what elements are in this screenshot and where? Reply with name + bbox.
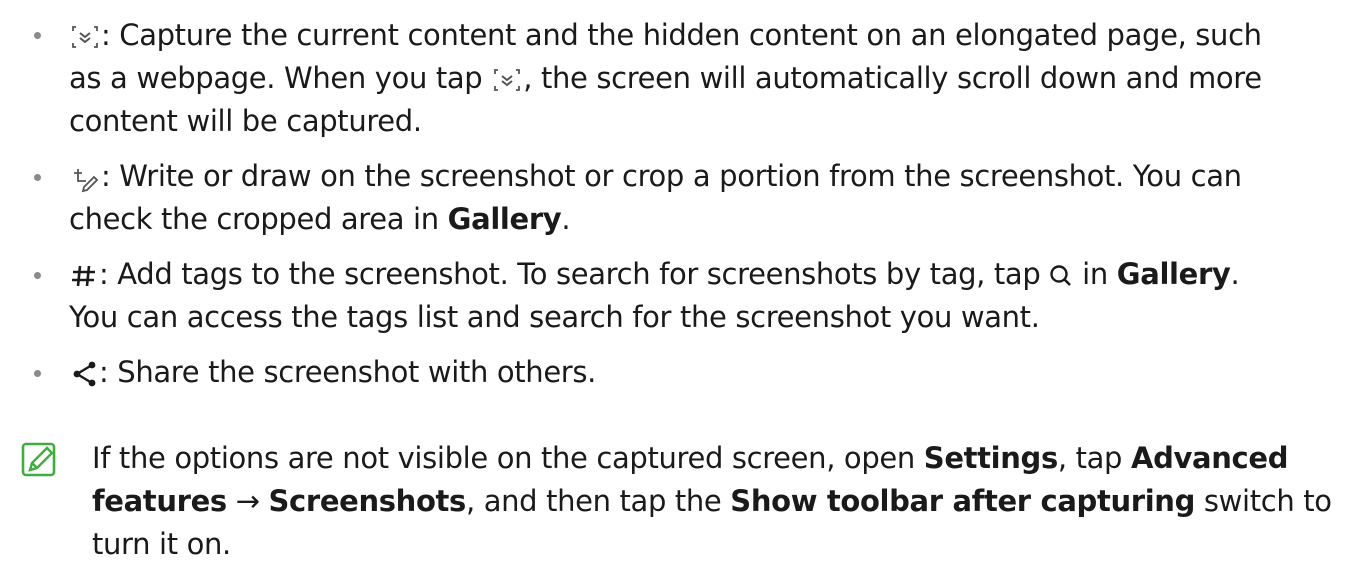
text-line: : Share the screenshot with others. — [69, 351, 596, 394]
text-segment: . — [561, 202, 571, 236]
text-segment: , and then tap the — [465, 484, 731, 518]
text-segment: switch to — [1195, 484, 1332, 518]
document-page: : Capture the current content and the hi… — [0, 0, 1357, 565]
text-segment: : Share the screenshot with others. — [99, 355, 597, 389]
arrow-separator: → — [226, 484, 269, 518]
settings-keyword: Settings — [923, 441, 1058, 475]
text-line: : Capture the current content and the hi… — [69, 14, 1262, 57]
screenshots-keyword: Screenshots — [268, 484, 466, 518]
text-segment: : Write or draw on the screenshot or cro… — [101, 159, 1242, 193]
text-segment: turn it on. — [92, 527, 231, 561]
text-segment: You can access the tags list and search … — [69, 300, 1040, 334]
text-segment: , the screen will automatically scroll d… — [523, 61, 1262, 95]
text-line: You can access the tags list and search … — [69, 296, 1040, 339]
bullet-dot — [34, 272, 41, 279]
bullet-dot — [34, 370, 41, 377]
search-icon — [1049, 263, 1073, 289]
features-keyword: features — [92, 484, 227, 518]
text-line: as a webpage. When you tap , the screen … — [69, 57, 1262, 100]
text-line: features → Screenshots, and then tap the… — [92, 480, 1332, 523]
text-segment: . — [1230, 257, 1240, 291]
show-toolbar-keyword: Show toolbar after capturing — [730, 484, 1196, 518]
text-segment: as a webpage. When you tap — [69, 61, 492, 95]
scroll-capture-icon — [69, 22, 101, 52]
gallery-keyword: Gallery — [1116, 257, 1231, 291]
hashtag-icon — [69, 261, 99, 291]
text-line: turn it on. — [92, 523, 231, 566]
bullet-dot — [34, 32, 41, 39]
text-segment: check the cropped area in — [69, 202, 448, 236]
text-segment: , tap — [1057, 441, 1131, 475]
text-line: : Write or draw on the screenshot or cro… — [69, 155, 1242, 198]
text-line: : Add tags to the screenshot. To search … — [69, 253, 1240, 296]
bullet-dot — [34, 174, 41, 181]
text-line: content will be captured. — [69, 100, 422, 143]
text-segment: If the options are not visible on the ca… — [92, 441, 924, 475]
share-icon — [69, 359, 99, 389]
draw-crop-icon — [69, 163, 101, 193]
advanced-keyword: Advanced — [1130, 441, 1289, 475]
text-segment: : Capture the current content and the hi… — [101, 18, 1262, 52]
note-icon — [20, 441, 60, 485]
text-line: If the options are not visible on the ca… — [92, 437, 1288, 480]
text-segment: in — [1073, 257, 1117, 291]
scroll-capture-icon — [491, 65, 523, 95]
gallery-keyword: Gallery — [447, 202, 562, 236]
text-line: check the cropped area in Gallery. — [69, 198, 571, 241]
text-segment: content will be captured. — [69, 104, 422, 138]
text-segment: : Add tags to the screenshot. To search … — [99, 257, 1050, 291]
